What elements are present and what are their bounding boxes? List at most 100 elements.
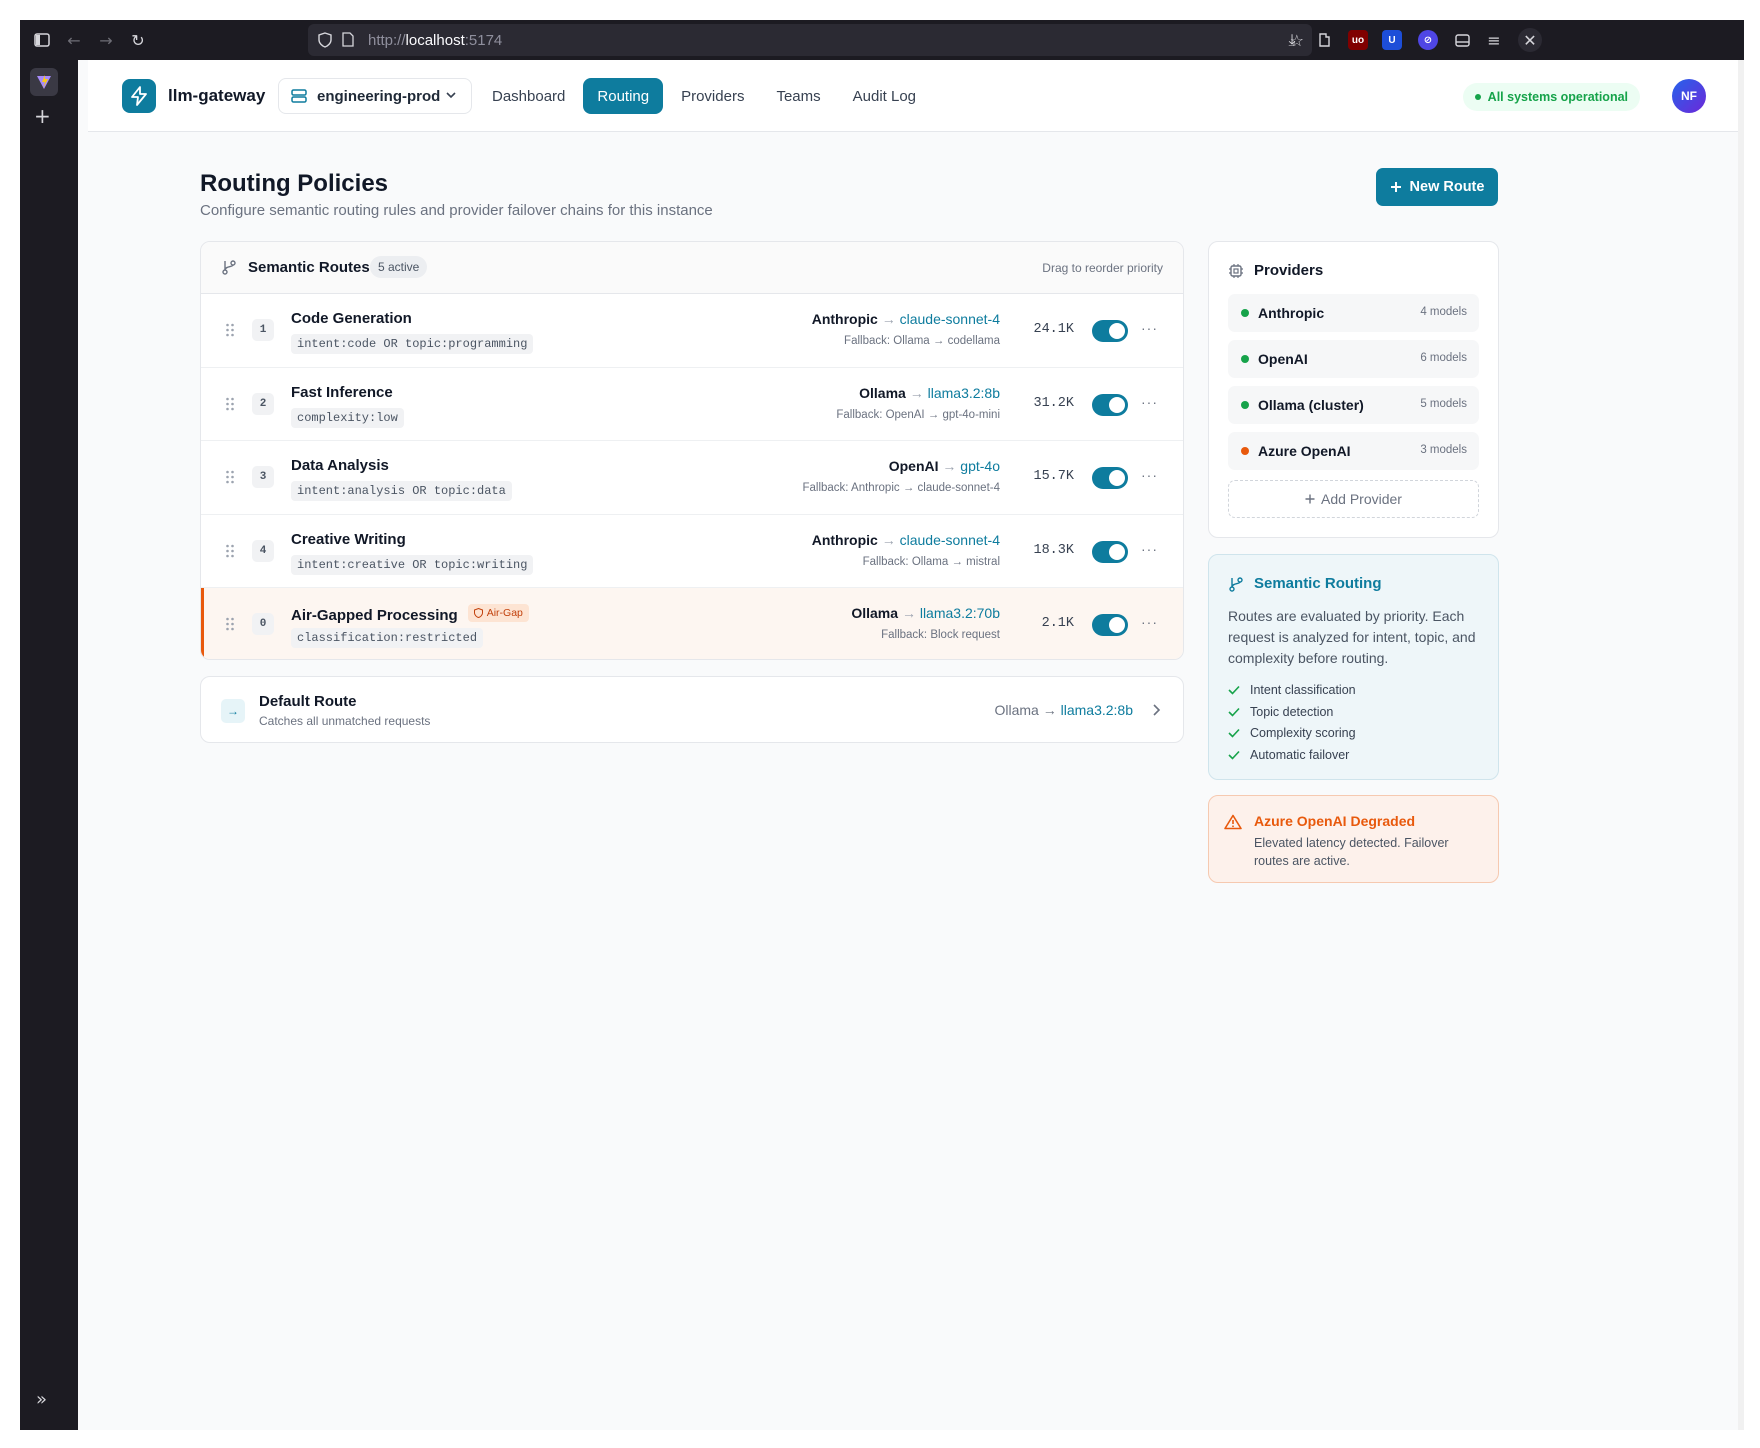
provider-model-count: 6 models [1420, 352, 1467, 364]
provider-item[interactable]: Azure OpenAI 3 models [1228, 432, 1479, 470]
browser-window: ← → ↻ http://localhost:5174 ☆ ⤓ uo U ⊘ ≡… [20, 20, 1744, 1430]
request-count: 15.7K [1033, 469, 1074, 484]
vite-tab-icon[interactable] [30, 68, 58, 96]
sidebar-panel-icon[interactable] [1450, 28, 1474, 52]
provider-item[interactable]: Anthropic 4 models [1228, 294, 1479, 332]
route-row[interactable]: 3 Data Analysis intent:analysis OR topic… [201, 441, 1183, 515]
status-dot [1474, 94, 1481, 100]
check-icon [1228, 750, 1240, 760]
shield-icon [473, 608, 483, 618]
route-fallback: Fallback: OpenAI → gpt-4o-mini [836, 408, 1000, 421]
shield-icon[interactable] [318, 32, 332, 53]
provider-item[interactable]: Ollama (cluster) 5 models [1228, 386, 1479, 424]
url-bar[interactable]: http://localhost:5174 ☆ [308, 24, 1312, 56]
nav-teams[interactable]: Teams [762, 78, 834, 114]
check-icon [1228, 685, 1240, 695]
chevron-right-icon[interactable] [1151, 703, 1161, 717]
new-route-label: New Route [1409, 179, 1485, 195]
plus-icon [1305, 494, 1315, 504]
route-target: Ollama → llama3.2:70b [851, 605, 1000, 621]
add-provider-label: Add Provider [1321, 491, 1402, 507]
git-branch-icon [1229, 576, 1243, 592]
add-provider-button[interactable]: Add Provider [1228, 480, 1479, 518]
app-header: llm-gateway engineering-prod Dashboard R… [88, 60, 1744, 132]
route-rule: classification:restricted [291, 628, 484, 648]
routes-card-header: Semantic Routes 5 active Drag to reorder… [201, 242, 1183, 294]
browser-toolbar: ← → ↻ http://localhost:5174 ☆ ⤓ uo U ⊘ ≡… [20, 20, 1744, 60]
menu-icon[interactable]: ≡ [1482, 28, 1506, 52]
expand-sidebar-icon[interactable]: » [36, 1389, 47, 1410]
route-row[interactable]: 4 Creative Writing intent:creative OR to… [201, 514, 1183, 588]
ublock-extension-icon[interactable]: uo [1348, 30, 1368, 50]
request-count: 2.1K [1041, 616, 1074, 631]
new-route-button[interactable]: New Route [1376, 168, 1498, 206]
route-rule: intent:analysis OR topic:data [291, 481, 512, 501]
request-count: 18.3K [1033, 542, 1074, 558]
priority-badge: 0 [252, 613, 274, 635]
status-dot [1241, 447, 1249, 455]
close-window-icon[interactable]: ✕ [1518, 28, 1542, 52]
provider-item[interactable]: OpenAI 6 models [1228, 340, 1479, 378]
page-info-icon[interactable] [342, 32, 354, 52]
airgap-badge: Air-Gap [467, 604, 529, 622]
new-tab-icon[interactable]: + [34, 104, 51, 128]
drag-handle-icon[interactable] [225, 543, 235, 559]
route-enabled-toggle[interactable] [1092, 540, 1128, 563]
route-enabled-toggle[interactable] [1092, 467, 1128, 489]
app-root: llm-gateway engineering-prod Dashboard R… [88, 60, 1744, 1430]
more-options-icon[interactable]: ··· [1141, 541, 1159, 557]
route-enabled-toggle[interactable] [1092, 393, 1128, 416]
nav-dashboard[interactable]: Dashboard [478, 78, 579, 114]
page-scrollbar[interactable] [1738, 60, 1744, 1430]
providers-header: Providers [1228, 262, 1323, 279]
more-options-icon[interactable]: ··· [1141, 320, 1159, 336]
route-target: Anthropic → claude-sonnet-4 [811, 531, 1000, 548]
warning-triangle-icon [1224, 814, 1242, 830]
semantic-routes-card: Semantic Routes 5 active Drag to reorder… [200, 241, 1184, 660]
nav-audit-log[interactable]: Audit Log [839, 78, 930, 114]
more-options-icon[interactable]: ··· [1141, 394, 1159, 410]
sidebar-toggle-icon[interactable] [30, 28, 54, 52]
environment-label: engineering-prod [317, 87, 441, 105]
route-enabled-toggle[interactable] [1092, 614, 1128, 636]
downloads-icon[interactable]: ⤓ [1280, 28, 1304, 52]
status-dot [1241, 355, 1249, 363]
avatar[interactable]: NF [1672, 79, 1706, 113]
drag-handle-icon[interactable] [225, 616, 235, 632]
extensions-icon[interactable] [1312, 28, 1336, 52]
chevron-down-icon [446, 92, 456, 99]
provider-model-count: 4 models [1420, 306, 1467, 318]
default-route-card[interactable]: → Default Route Catches all unmatched re… [200, 676, 1184, 743]
provider-model-count: 5 models [1420, 398, 1467, 410]
proton-extension-icon[interactable]: ⊘ [1418, 30, 1438, 50]
nav-routing[interactable]: Routing [583, 78, 664, 114]
reload-icon[interactable]: ↻ [126, 28, 150, 52]
route-enabled-toggle[interactable] [1092, 320, 1128, 342]
route-name: Creative Writing [291, 530, 406, 548]
provider-model-count: 3 models [1420, 444, 1467, 456]
environment-select[interactable]: engineering-prod [278, 78, 472, 114]
back-icon[interactable]: ← [62, 28, 86, 52]
nav-providers[interactable]: Providers [667, 78, 758, 114]
alert-body: Elevated latency detected. Failover rout… [1254, 836, 1449, 868]
route-row[interactable]: 1 Code Generation intent:code OR topic:p… [201, 294, 1183, 368]
route-row-airgap[interactable]: 0 Air-Gapped Processing Air-Gap classific… [201, 588, 1183, 659]
bitwarden-extension-icon[interactable]: U [1382, 30, 1402, 50]
route-row[interactable]: 2 Fast Inference complexity:low Ollama →… [201, 367, 1183, 441]
forward-icon[interactable]: → [94, 28, 118, 52]
priority-badge: 4 [252, 539, 274, 562]
more-options-icon[interactable]: ··· [1141, 467, 1159, 483]
drag-handle-icon[interactable] [225, 469, 235, 485]
more-options-icon[interactable]: ··· [1141, 614, 1159, 630]
url-text[interactable]: http://localhost:5174 [368, 32, 502, 49]
plus-icon [1390, 182, 1401, 192]
default-route-subtitle: Catches all unmatched requests [259, 714, 431, 728]
system-status-badge: All systems operational [1462, 83, 1640, 111]
drag-handle-icon[interactable] [225, 322, 235, 338]
active-count-badge: 5 active [370, 256, 428, 278]
drag-handle-icon[interactable] [225, 396, 235, 412]
lightning-icon [131, 86, 147, 106]
main-nav: Dashboard Routing Providers Teams Audit … [478, 78, 930, 114]
browser-sidebar: + » [20, 60, 78, 1430]
default-route-title: Default Route [259, 693, 357, 710]
